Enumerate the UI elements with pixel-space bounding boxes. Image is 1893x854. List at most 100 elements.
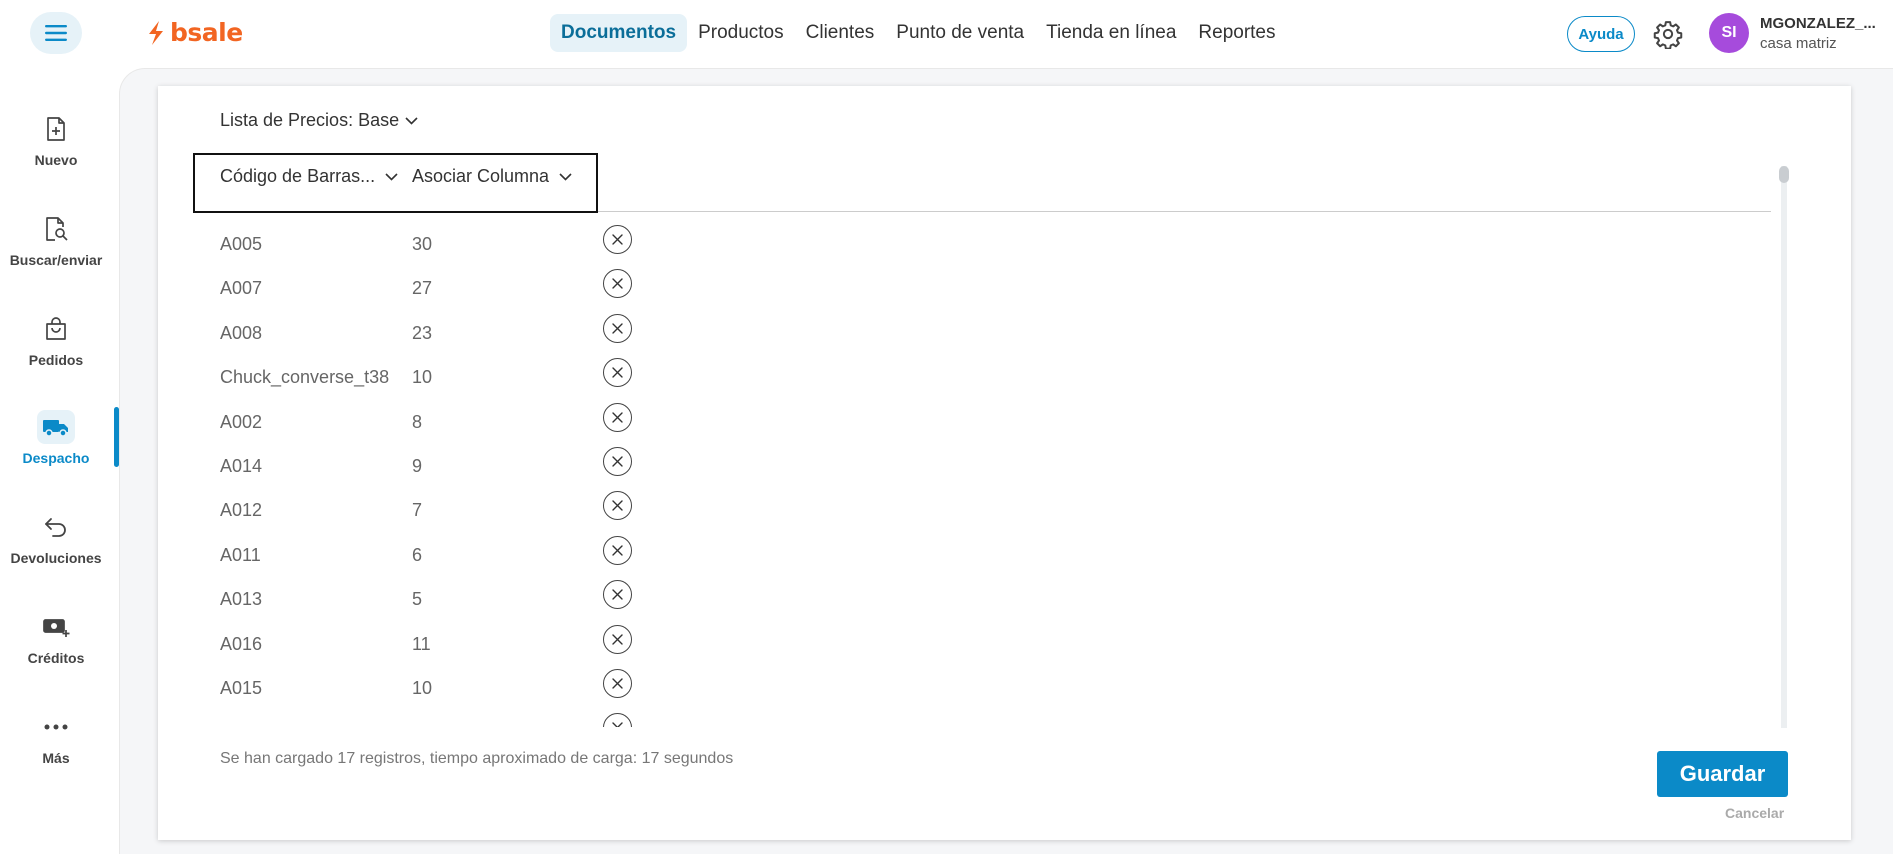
save-button[interactable]: Guardar — [1657, 751, 1788, 797]
table-row: A007 27 — [193, 266, 793, 310]
nav-documentos[interactable]: Documentos — [550, 14, 688, 52]
column-cell: 23 — [412, 322, 433, 343]
remove-row-button[interactable] — [603, 491, 632, 521]
barcode-cell: Chuck_converse_t38 — [220, 367, 390, 388]
menu-button[interactable] — [30, 12, 82, 54]
hamburger-icon — [45, 25, 67, 41]
scrollbar-track[interactable] — [1781, 166, 1787, 728]
sidebar-item-mas[interactable]: Más — [0, 710, 112, 766]
load-status-text: Se han cargado 17 registros, tiempo apro… — [220, 750, 734, 767]
new-document-icon — [37, 112, 75, 146]
sidebar-item-nuevo[interactable]: Nuevo — [0, 112, 112, 168]
close-icon — [611, 366, 624, 379]
price-list-dropdown[interactable]: Lista de Precios: Base — [220, 110, 418, 131]
barcode-cell: A014 — [220, 456, 263, 476]
remove-row-button[interactable] — [603, 269, 632, 299]
cash-plus-icon — [37, 610, 75, 644]
close-icon — [611, 677, 624, 690]
remove-row-button[interactable] — [603, 535, 632, 565]
nav-clientes[interactable]: Clientes — [795, 14, 886, 52]
price-list-label: Lista de Precios: Base — [220, 110, 400, 130]
close-icon — [611, 721, 624, 727]
table-row: Chuck_converse_t38 10 — [193, 355, 793, 399]
remove-row-button[interactable] — [603, 580, 632, 610]
nav-reportes[interactable]: Reportes — [1187, 14, 1286, 52]
barcode-cell: A007 — [220, 278, 263, 299]
column-cell: 10 — [412, 367, 433, 388]
barcode-cell: A008 — [220, 322, 263, 343]
table-row: A002 8 — [193, 400, 793, 444]
remove-row-button[interactable] — [603, 713, 632, 727]
column-cell: 9 — [412, 456, 423, 476]
close-icon — [611, 544, 624, 557]
records-list[interactable]: A005 30 A007 27 A008 23 Chuck_converse_t38 10 A0… — [193, 222, 1773, 727]
user-name[interactable]: MGONZALEZ_... — [1760, 15, 1876, 32]
table-row: A012 7 — [193, 488, 793, 532]
column-cell: 30 — [412, 234, 433, 254]
help-button[interactable]: Ayuda — [1567, 16, 1635, 52]
close-icon — [611, 411, 624, 424]
user-branch: casa matriz — [1760, 35, 1837, 52]
barcode-cell: A012 — [220, 500, 263, 521]
code-column-dropdown[interactable]: Código de Barras... — [220, 166, 398, 187]
associate-column-dropdown[interactable]: Asociar Columna — [412, 166, 572, 187]
remove-row-button[interactable] — [603, 624, 632, 654]
barcode-cell: A002 — [220, 411, 263, 432]
remove-row-button[interactable] — [603, 313, 632, 343]
sidebar-item-label: Pedidos — [28, 352, 84, 368]
barcode-cell: A013 — [220, 589, 263, 610]
nav-productos[interactable]: Productos — [687, 14, 795, 52]
associate-column-label: Asociar Columna — [412, 166, 550, 186]
sidebar-item-devoluciones[interactable]: Devoluciones — [0, 510, 112, 566]
scrollbar-thumb[interactable] — [1779, 166, 1789, 183]
top-bar: bsale Documentos Productos Clientes Punt… — [0, 0, 1893, 68]
chevron-down-icon — [385, 172, 398, 181]
nav-punto-de-venta[interactable]: Punto de venta — [885, 14, 1035, 52]
table-row: A013 5 — [193, 577, 793, 621]
remove-row-button[interactable] — [603, 447, 632, 476]
sidebar-item-label: Créditos — [27, 650, 85, 666]
table-row: A011 6 — [193, 533, 793, 577]
column-cell: 5 — [412, 589, 423, 610]
sidebar: Nuevo Buscar/enviar Pedidos Despacho Dev… — [0, 68, 112, 854]
column-cell: 8 — [412, 411, 423, 432]
nav-tienda-en-linea[interactable]: Tienda en línea — [1035, 14, 1187, 52]
close-icon — [611, 322, 624, 335]
column-cell: 7 — [412, 500, 423, 521]
table-row: A005 30 — [193, 222, 793, 266]
bsale-logo[interactable]: bsale — [146, 18, 243, 47]
gear-icon[interactable] — [1653, 19, 1683, 49]
sidebar-item-label: Devoluciones — [10, 550, 102, 566]
close-icon — [611, 455, 624, 468]
barcode-cell: A011 — [220, 544, 261, 565]
remove-row-button[interactable] — [603, 402, 632, 432]
barcode-cell: A005 — [220, 234, 263, 254]
sidebar-item-despacho[interactable]: Despacho — [0, 410, 112, 466]
column-cell: 10 — [412, 678, 433, 698]
logo-text: bsale — [170, 18, 243, 47]
table-row: A015 10 — [193, 666, 793, 710]
main-nav: Documentos Productos Clientes Punto de v… — [550, 14, 1287, 52]
remove-row-button[interactable] — [603, 669, 632, 698]
column-cell: 11 — [412, 633, 431, 654]
remove-row-button[interactable] — [603, 225, 632, 254]
chevron-down-icon — [559, 172, 572, 181]
remove-row-button[interactable] — [603, 358, 632, 388]
sidebar-item-pedidos[interactable]: Pedidos — [0, 312, 112, 368]
barcode-cell: A016 — [220, 633, 263, 654]
avatar[interactable]: SI — [1709, 13, 1749, 53]
truck-icon — [37, 410, 75, 444]
sidebar-item-creditos[interactable]: Créditos — [0, 610, 112, 666]
shopping-bag-icon — [37, 312, 75, 346]
column-cell: 27 — [412, 278, 433, 299]
sidebar-item-buscar-enviar[interactable]: Buscar/enviar — [0, 212, 112, 268]
close-icon — [611, 277, 624, 290]
close-icon — [611, 633, 624, 646]
chevron-down-icon — [405, 116, 418, 125]
cancel-link[interactable]: Cancelar — [1725, 805, 1784, 821]
table-row: A014 9 — [193, 444, 793, 488]
search-document-icon — [37, 212, 75, 246]
close-icon — [611, 233, 624, 246]
code-column-label: Código de Barras... — [220, 166, 376, 186]
column-cell: 6 — [412, 544, 423, 565]
